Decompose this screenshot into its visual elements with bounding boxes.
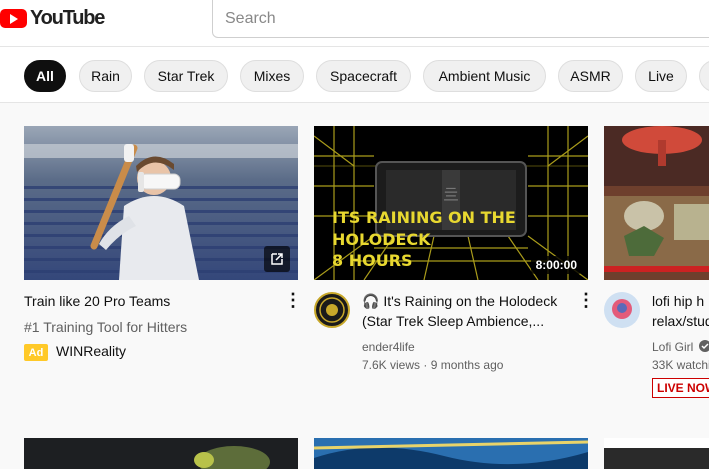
- youtube-play-icon: [0, 8, 27, 28]
- chip-live[interactable]: Live: [635, 60, 687, 92]
- check-circle-icon: [698, 340, 709, 352]
- video-thumbnail-baseball[interactable]: [24, 126, 298, 280]
- video-title[interactable]: Train like 20 Pro Teams: [24, 291, 264, 311]
- chip-overflow[interactable]: [699, 60, 709, 92]
- channel-avatar-lofi-girl[interactable]: [604, 292, 640, 328]
- chip-rain[interactable]: Rain: [79, 60, 132, 92]
- open-external-button[interactable]: [264, 246, 290, 272]
- search-box[interactable]: [212, 0, 709, 38]
- more-actions-icon[interactable]: ⋮: [577, 291, 595, 309]
- video-stats: 7.6K views · 9 months ago: [362, 356, 503, 374]
- masthead: YouTube: [0, 0, 709, 46]
- chip-star-trek[interactable]: Star Trek: [144, 60, 228, 92]
- baseball-vr-image: [24, 126, 298, 280]
- thumb-text-line2: HOLODECK: [332, 230, 431, 249]
- video-title-line1[interactable]: lofi hip h: [652, 291, 704, 311]
- external-link-icon: [271, 253, 283, 265]
- duration-badge: 8:00:00: [530, 256, 582, 274]
- chip-mixes[interactable]: Mixes: [240, 60, 304, 92]
- advertiser-name[interactable]: WINReality: [56, 342, 126, 360]
- upload-age: 9 months ago: [430, 358, 504, 372]
- chip-asmr[interactable]: ASMR: [558, 60, 623, 92]
- channel-name[interactable]: ender4life: [362, 338, 415, 356]
- thumb-text-line1: ITS RAINING ON THE: [332, 208, 516, 227]
- row2-thumbnail-image-2: [314, 438, 588, 469]
- video-thumbnail-row2-3[interactable]: [604, 438, 709, 469]
- channel-name-text: Lofi Girl: [652, 340, 694, 354]
- dot-separator: ·: [423, 358, 431, 372]
- svg-text:亖: 亖: [443, 185, 459, 204]
- search-input[interactable]: [213, 0, 709, 37]
- video-thumbnail-lofi[interactable]: [604, 126, 709, 280]
- more-actions-icon[interactable]: ⋮: [284, 291, 302, 309]
- live-now-badge: LIVE NOW: [652, 378, 709, 398]
- category-chip-bar: All Rain Star Trek Mixes Spacecraft Ambi…: [0, 46, 709, 103]
- video-thumbnail-holodeck[interactable]: 亖 ITS RAINING ON THE HOLODECK 8 HOURS 8:…: [314, 126, 588, 280]
- channel-name[interactable]: Lofi Girl: [652, 338, 709, 356]
- row2-thumbnail-image-1: [24, 438, 298, 469]
- star-trek-emblem-icon: [319, 297, 345, 323]
- channel-avatar-ender4life[interactable]: [314, 292, 350, 328]
- lofi-room-image: [604, 126, 709, 280]
- video-thumbnail-row2-2[interactable]: [314, 438, 588, 469]
- video-title-line2[interactable]: relax/stud: [652, 311, 709, 331]
- youtube-logo[interactable]: YouTube: [0, 6, 105, 30]
- ad-badge: Ad: [24, 344, 48, 361]
- video-thumbnail-row2-1[interactable]: [24, 438, 298, 469]
- video-title-line2[interactable]: (Star Trek Sleep Ambience,...: [362, 311, 572, 331]
- chip-all[interactable]: All: [24, 60, 66, 92]
- lofi-girl-avatar-icon: [604, 292, 640, 328]
- chip-ambient-music[interactable]: Ambient Music: [423, 60, 546, 92]
- view-count: 7.6K views: [362, 358, 421, 372]
- chip-spacecraft[interactable]: Spacecraft: [316, 60, 411, 92]
- row2-thumbnail-image-3: [604, 438, 709, 469]
- watching-count: 33K watchi: [652, 358, 709, 372]
- youtube-logo-text: YouTube: [30, 6, 105, 29]
- ad-description: #1 Training Tool for Hitters: [24, 319, 188, 335]
- video-title-line1[interactable]: 🎧 It's Raining on the Holodeck: [362, 291, 572, 311]
- thumb-text-line3: 8 HOURS: [332, 251, 413, 270]
